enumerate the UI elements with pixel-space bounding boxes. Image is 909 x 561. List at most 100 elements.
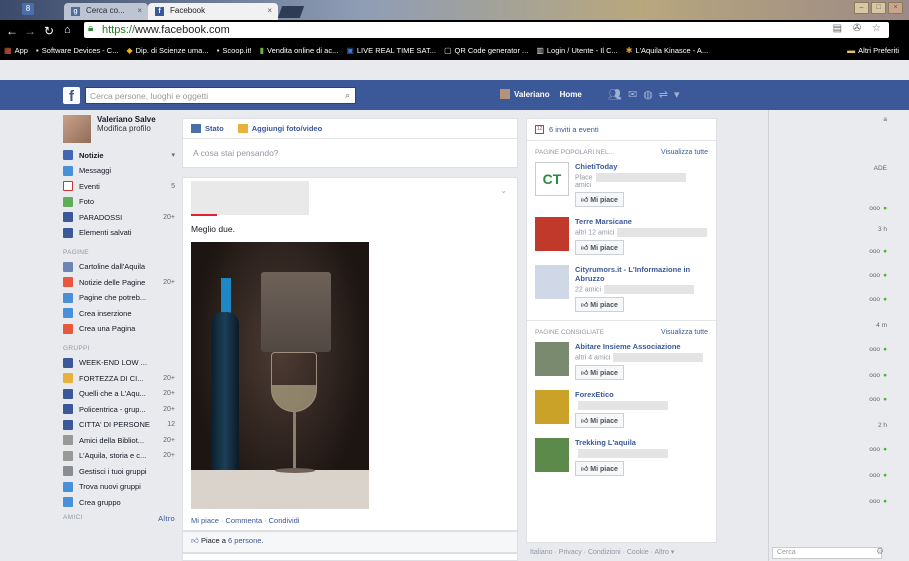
profile-summary[interactable]: Valeriano Salve Modifica profilo [63, 115, 175, 149]
sidebar-item[interactable]: Amici della Bibliot... 20+ [63, 434, 175, 446]
page-thumbnail[interactable] [535, 438, 569, 472]
tab-cerca[interactable]: g Cerca co... × [64, 3, 148, 20]
sidebar-item[interactable]: Elementi salvati [63, 227, 175, 239]
sidebar-item[interactable]: Notizie delle Pagine 20+ [63, 276, 175, 288]
profile-link[interactable]: Valeriano [514, 90, 550, 99]
see-all-suggested-link[interactable]: Visualizza tutte [661, 329, 708, 336]
chat-contact-online[interactable]: ooo [869, 396, 887, 403]
page-name-link[interactable]: ForexEtico [575, 390, 708, 399]
page-name-link[interactable]: Terre Marsicane [575, 217, 708, 226]
sidebar-item[interactable]: Crea gruppo [63, 496, 175, 508]
profile-picture[interactable] [63, 115, 91, 143]
like-page-button[interactable]: 👍︎ Mi piace [575, 365, 624, 380]
chat-contact-online[interactable]: ooo [869, 272, 887, 279]
chevron-down-icon[interactable]: ⌄ [500, 186, 507, 195]
chat-contact-online[interactable]: ooo [869, 472, 887, 479]
like-page-button[interactable]: 👍︎ Mi piace [575, 413, 624, 428]
close-tab-icon[interactable]: × [267, 6, 272, 15]
sidebar-item[interactable]: FORTEZZA DI CI... 20+ [63, 372, 175, 384]
likes-count-link[interactable]: 6 persone [228, 536, 261, 545]
chat-contact-online[interactable]: ooo [869, 498, 887, 505]
page-name-link[interactable]: Trekking L'aquila [575, 438, 708, 447]
friends-more-link[interactable]: Altro [158, 514, 175, 523]
chat-search-input[interactable]: Cerca [772, 547, 882, 559]
page-thumbnail[interactable] [535, 390, 569, 424]
chat-status[interactable]: 2 h [878, 422, 887, 429]
like-page-button[interactable]: 👍︎ Mi piace [575, 461, 624, 476]
tab-facebook[interactable]: f Facebook × [148, 3, 278, 20]
bookmark-item[interactable]: ▮ Vendita online di ac... [260, 46, 339, 55]
sidebar-item[interactable]: WEEK-END LOW ... [63, 357, 175, 369]
sidebar-item[interactable]: Notizie ▾ [63, 149, 175, 161]
sidebar-item[interactable]: Crea una Pagina [63, 323, 175, 335]
sidebar-item[interactable]: Trova nuovi gruppi [63, 481, 175, 493]
sidebar-item[interactable]: Policentrica - grup... 20+ [63, 403, 175, 415]
search-icon[interactable]: ⌕ [345, 90, 350, 101]
home-icon[interactable]: ⌂ [64, 24, 71, 36]
page-thumbnail[interactable] [535, 217, 569, 251]
page-name-link[interactable]: ChietiToday [575, 162, 708, 171]
bookmark-item[interactable]: ▣ LIVE REAL TIME SAT... [346, 46, 436, 55]
add-photo-tab[interactable]: Aggiungi foto/video [237, 124, 322, 133]
sidebar-item[interactable]: PARADOSSI 20+ [63, 211, 175, 223]
bookmark-item[interactable]: ▪ Software Devices - C... [36, 46, 119, 55]
chat-contact-online[interactable]: ooo [869, 205, 887, 212]
sidebar-item[interactable]: Messaggi [63, 165, 175, 177]
minimize-button[interactable]: – [854, 2, 869, 14]
messages-icon[interactable]: ✉ [628, 89, 643, 101]
footer-links[interactable]: Italiano · Privacy · Condizioni · Cookie… [530, 548, 674, 556]
address-bar[interactable]: 🔒︎ https://www.facebook.com ▤ ✇ ☆ [84, 22, 889, 38]
event-invites-link[interactable]: 12 6 inviti a eventi [527, 119, 716, 141]
back-icon[interactable]: ← [6, 24, 18, 38]
sidebar-item[interactable]: Crea inserzione [63, 307, 175, 319]
sidebar-item[interactable]: L'Aquila, storia e c... 20+ [63, 450, 175, 462]
post-photo[interactable] [191, 242, 369, 509]
facebook-logo-icon[interactable]: f [63, 87, 80, 105]
reload-icon[interactable]: ↻ [44, 24, 54, 38]
like-page-button[interactable]: 👍︎ Mi piace [575, 240, 624, 255]
page-thumbnail[interactable] [535, 265, 569, 299]
page-thumbnail[interactable]: CT [535, 162, 569, 196]
sidebar-item[interactable]: Gestisci i tuoi gruppi [63, 465, 175, 477]
bookmark-item[interactable]: ✱ L'Aquila Kinasce - A... [626, 46, 708, 55]
chat-contact-online[interactable]: ooo [869, 248, 887, 255]
sidebar-item[interactable]: Pagine che potreb... [63, 292, 175, 304]
bookmark-item[interactable]: ▪ Scoop.it! [217, 46, 252, 55]
bookmark-apps[interactable]: ▦ App [4, 46, 28, 55]
see-all-popular-link[interactable]: Visualizza tutte [661, 149, 708, 156]
status-input[interactable]: A cosa stai pensando? [183, 139, 517, 167]
notifications-icon[interactable]: ◍ [643, 89, 659, 101]
forward-icon[interactable]: → [24, 24, 36, 38]
share-link[interactable]: Condividi [269, 516, 300, 525]
chat-contact-online[interactable]: ooo [869, 346, 887, 353]
page-name-link[interactable]: Cityrumors.it - L'Informazione in Abruzz… [575, 265, 708, 283]
chat-contact-online[interactable]: ooo [869, 372, 887, 379]
facebook-search-input[interactable]: Cerca persone, luoghi e oggetti ⌕ [85, 87, 356, 104]
page-thumbnail[interactable] [535, 342, 569, 376]
new-tab-button[interactable] [277, 6, 305, 18]
bookmark-other-folder[interactable]: ▬ Altri Preferiti [847, 46, 899, 55]
page-name-link[interactable]: Abitare Insieme Associazione [575, 342, 708, 351]
chat-status[interactable]: 3 h [878, 226, 887, 233]
like-page-button[interactable]: 👍︎ Mi piace [575, 297, 624, 312]
profile-name[interactable]: Valeriano Salve [97, 115, 156, 124]
chat-contact-online[interactable]: ooo [869, 446, 887, 453]
address-bar-icons[interactable]: ▤ ✇ ☆ [833, 23, 885, 34]
chat-contact-online[interactable]: ooo [869, 296, 887, 303]
browser-profile-icon[interactable]: 8 [22, 3, 34, 15]
window-close-button[interactable]: × [888, 2, 903, 14]
like-link[interactable]: Mi piace [191, 516, 219, 525]
comment-link[interactable]: Commenta [225, 516, 262, 525]
sidebar-item[interactable]: Eventi 5 [63, 180, 175, 192]
maximize-button[interactable]: □ [871, 2, 886, 14]
menu-chevron-icon[interactable]: ▾ [674, 89, 686, 101]
sidebar-item[interactable]: Quelli che a L'Aqu... 20+ [63, 388, 175, 400]
friend-requests-icon[interactable]: 👥︎ [608, 89, 628, 101]
gear-icon[interactable]: ⚙ [876, 546, 884, 557]
privacy-icon[interactable]: ⇌ [659, 89, 674, 101]
close-tab-icon[interactable]: × [137, 6, 142, 15]
bookmark-item[interactable]: ▢ QR Code generator ... [444, 46, 528, 55]
avatar[interactable] [500, 89, 510, 99]
sidebar-item[interactable]: Cartoline dall'Aquila [63, 261, 175, 273]
bookmark-item[interactable]: ◆ Dip. di Scienze uma... [126, 46, 208, 55]
